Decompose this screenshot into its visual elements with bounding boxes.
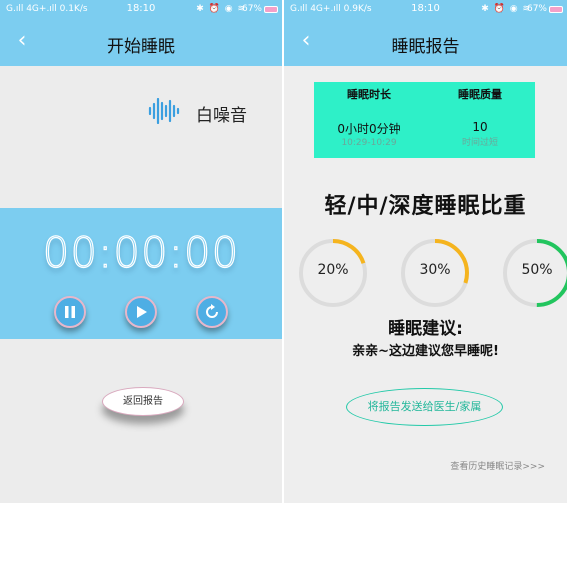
battery-percent: 67% [241,4,262,14]
play-icon [137,306,147,318]
sound-wave-icon [148,98,180,124]
nav-bar: ‹ 睡眠报告 [284,19,567,66]
pause-icon [65,306,75,318]
battery-percent: 67% [526,4,547,14]
play-button[interactable] [125,296,157,328]
light-sleep-ring: 20% [298,238,368,308]
white-noise-label: 白噪音 [196,106,247,126]
sleep-timer: 00:00:00 [42,227,240,277]
page-title: 睡眠报告 [391,37,460,57]
sleep-report-screen: G.ıll 4G+.ıll 0.9K/s 18:10 ✱ ⏰ ◉ ≋ 67% ‹… [284,0,567,503]
duration-value: 0小时0分钟 [337,122,401,136]
white-noise-toggle[interactable]: 白噪音 [148,96,268,126]
status-bar: G.ıll 4G+.ıll 0.1K/s 18:10 ✱ ⏰ ◉ ≋ 67% [0,0,282,19]
duration-column: 睡眠时长 0小时0分钟 10:29-10:29 [314,82,424,148]
advice-title: 睡眠建议: [388,319,463,339]
replay-icon [206,304,218,318]
sleep-summary-card: 睡眠时长 0小时0分钟 10:29-10:29 睡眠质量 10 时间过短 [314,82,535,158]
advice-text: 亲亲~这边建议您早睡呢! [352,344,499,359]
duration-header: 睡眠时长 [347,88,391,101]
deep-sleep-ring: 50% [502,238,567,308]
status-icons: ✱ ⏰ ◉ ≋ [481,4,531,14]
sleep-ratio-title: 轻/中/深度睡眠比重 [324,194,527,219]
start-sleep-screen: G.ıll 4G+.ıll 0.1K/s 18:10 ✱ ⏰ ◉ ≋ 67% ‹… [0,0,282,503]
medium-sleep-percent: 30% [419,262,451,278]
quality-value: 10 [472,120,488,134]
battery-icon [264,6,278,13]
send-report-button[interactable]: 将报告发送给医生/家属 [346,388,503,426]
back-to-report-button[interactable]: 返回报告 [102,387,184,416]
medium-sleep-ring: 30% [400,238,470,308]
status-bar: G.ıll 4G+.ıll 0.9K/s 18:10 ✱ ⏰ ◉ ≋ 67% [284,0,567,19]
timer-panel: 00:00:00 [0,208,282,339]
status-icons: ✱ ⏰ ◉ ≋ [196,4,246,14]
deep-sleep-percent: 50% [521,262,553,278]
light-sleep-percent: 20% [317,262,349,278]
quality-column: 睡眠质量 10 时间过短 [425,82,535,148]
nav-bar: ‹ 开始睡眠 [0,19,282,66]
replay-button[interactable] [196,296,228,328]
duration-range: 10:29-10:29 [341,138,397,148]
pause-button[interactable] [54,296,86,328]
page-title: 开始睡眠 [107,37,175,57]
battery-icon [549,6,563,13]
quality-note: 时间过短 [461,138,498,148]
quality-header: 睡眠质量 [458,88,502,101]
history-records-link[interactable]: 查看历史睡眠记录>>> [450,459,545,472]
